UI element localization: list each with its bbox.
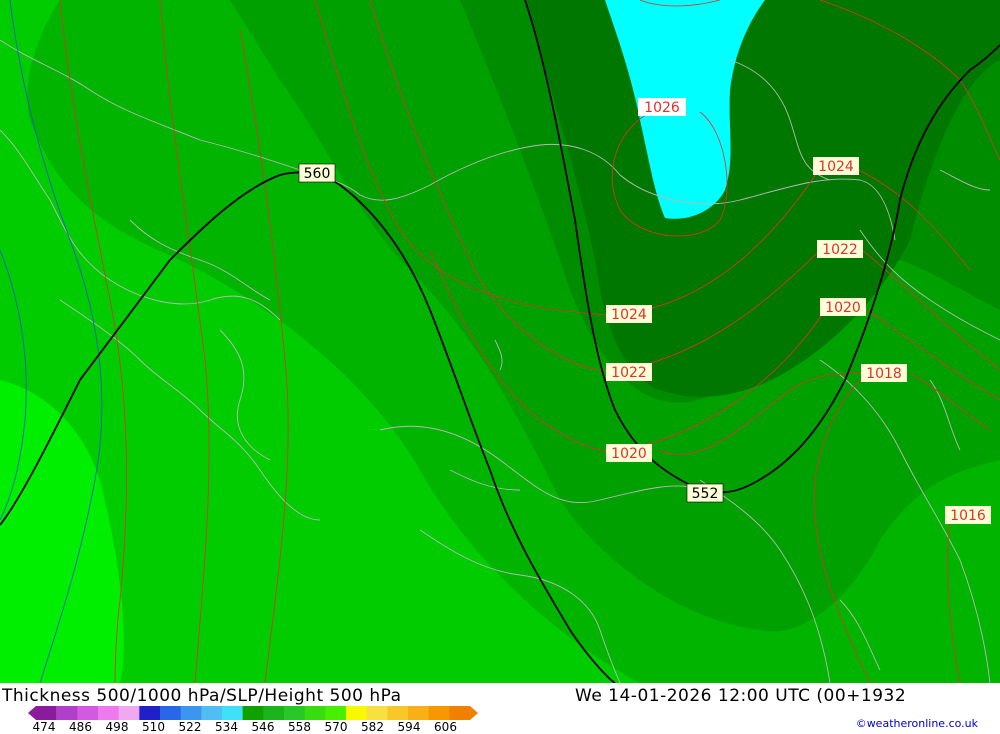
label-1026-text: 1026 <box>644 100 680 116</box>
legend-swatch <box>118 706 140 720</box>
label-1020-center: 1020 <box>606 444 652 462</box>
label-1020-east: 1020 <box>820 298 866 316</box>
label-1022-east-text: 1022 <box>822 242 858 258</box>
legend-swatch <box>284 706 306 720</box>
legend-swatch <box>366 706 388 720</box>
label-1024-center-text: 1024 <box>611 307 647 323</box>
map-title: Thickness 500/1000 hPa/SLP/Height 500 hP… <box>2 686 402 706</box>
legend-tick-label: 594 <box>397 720 421 734</box>
weather-map: 560 552 1026 1024 1024 1022 1022 1020 10… <box>0 0 1000 683</box>
legend-swatch <box>201 706 223 720</box>
label-1022-east: 1022 <box>817 240 863 258</box>
legend-tick-label: 486 <box>69 720 92 734</box>
legend-tick-label: 582 <box>361 720 384 734</box>
legend-swatch <box>98 706 120 720</box>
legend-tick-label: 522 <box>178 720 202 734</box>
label-560: 560 <box>298 163 336 183</box>
legend-swatch <box>387 706 409 720</box>
legend-swatch <box>139 706 161 720</box>
label-1024-center: 1024 <box>606 305 652 323</box>
legend-swatch <box>263 706 285 720</box>
legend-tick-label: 498 <box>105 720 129 734</box>
label-552-text: 552 <box>692 486 719 502</box>
label-560-text: 560 <box>304 166 331 182</box>
legend-swatch <box>242 706 264 720</box>
credit-link[interactable]: ©weatheronline.co.uk <box>856 717 978 730</box>
legend-tick-label: 570 <box>324 720 348 734</box>
legend-swatch <box>304 706 326 720</box>
legend-swatch <box>180 706 202 720</box>
legend-tick-label: 510 <box>142 720 165 734</box>
legend-tick-label: 534 <box>215 720 238 734</box>
color-legend-bar <box>28 706 478 720</box>
legend-swatch <box>222 706 244 720</box>
legend-swatch <box>56 706 78 720</box>
legend-swatch <box>160 706 182 720</box>
label-1020-east-text: 1020 <box>825 300 861 316</box>
label-1018-text: 1018 <box>866 366 902 382</box>
legend-tick-label: 606 <box>434 720 457 734</box>
map-datetime: We 14-01-2026 12:00 UTC (00+1932 <box>575 686 907 706</box>
legend-tick-label: 474 <box>32 720 56 734</box>
legend-swatch <box>28 706 57 720</box>
label-1022-center-text: 1022 <box>611 365 647 381</box>
label-1024-east-text: 1024 <box>818 159 854 175</box>
legend-swatch <box>346 706 368 720</box>
label-1020-center-text: 1020 <box>611 446 647 462</box>
label-552: 552 <box>686 483 724 503</box>
legend-swatch <box>325 706 347 720</box>
map-footer: Thickness 500/1000 hPa/SLP/Height 500 hP… <box>0 683 1000 734</box>
label-1026: 1026 <box>638 98 686 116</box>
label-1016-text: 1016 <box>950 508 986 524</box>
label-1024-east: 1024 <box>813 157 859 175</box>
label-1016: 1016 <box>945 506 991 524</box>
legend-tick-label: 546 <box>251 720 275 734</box>
label-1018: 1018 <box>861 364 907 382</box>
legend-tick-label: 558 <box>288 720 311 734</box>
legend-swatch <box>449 706 478 720</box>
label-1022-center: 1022 <box>606 363 652 381</box>
legend-swatch <box>408 706 430 720</box>
legend-swatch <box>428 706 450 720</box>
legend-swatch <box>77 706 99 720</box>
